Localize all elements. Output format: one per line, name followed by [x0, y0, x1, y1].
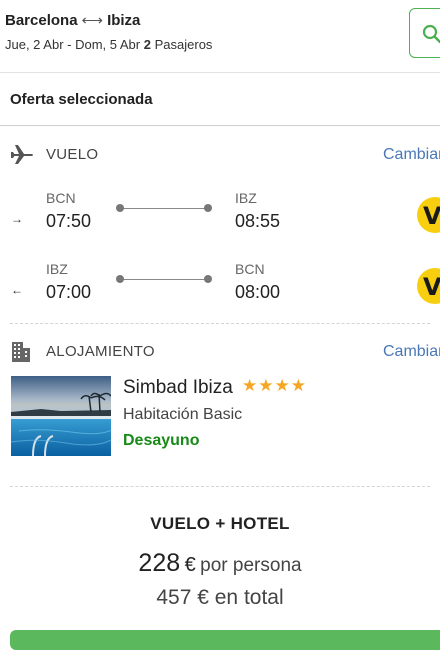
flight-path-end-dot: [204, 275, 212, 283]
flight-leg-outbound: → BCN 07:50 IBZ 08:55 V: [0, 190, 440, 240]
departure-code: BCN: [46, 190, 76, 206]
search-icon: [422, 24, 440, 44]
airline-logo-icon: V: [417, 268, 440, 304]
continue-button[interactable]: [10, 630, 440, 650]
hotel-name[interactable]: Simbad Ibiza: [123, 377, 233, 399]
flight-path-end-dot: [204, 204, 212, 212]
hotel-photo[interactable]: [11, 376, 111, 456]
package-label: VUELO + HOTEL: [0, 514, 440, 534]
accommodation-section-header: ALOJAMIENTO Cambiar: [0, 337, 440, 367]
flight-section-header: VUELO Cambiar: [0, 140, 440, 170]
selected-offer-bar: Oferta seleccionada: [0, 73, 440, 126]
flight-path-line: [120, 279, 208, 280]
arrow-left-icon: ←: [11, 283, 23, 297]
board-type: Desayuno: [123, 432, 199, 450]
per-person-label: por persona: [200, 555, 301, 576]
flight-leg-return: ← IBZ 07:00 BCN 08:00 V: [0, 261, 440, 311]
passengers-label: Pasajeros: [155, 37, 213, 52]
passengers-count: 2: [144, 37, 151, 52]
building-icon: [10, 341, 32, 363]
selected-offer-title: Oferta seleccionada: [10, 91, 153, 108]
airline-logo-icon: V: [417, 197, 440, 233]
room-type: Habitación Basic: [123, 406, 242, 424]
round-trip-icon: ⟷: [82, 12, 104, 29]
price-value: 228: [138, 549, 180, 577]
flight-path-start-dot: [116, 204, 124, 212]
search-button[interactable]: [409, 8, 440, 58]
change-hotel-link[interactable]: Cambiar: [383, 343, 440, 361]
departure-code: IBZ: [46, 261, 68, 277]
destination-city: Ibiza: [107, 12, 140, 29]
date-range: Jue, 2 Abr - Dom, 5 Abr: [5, 37, 140, 52]
plane-icon: [10, 145, 34, 165]
price-currency: €: [185, 554, 196, 576]
flight-path-start-dot: [116, 275, 124, 283]
section-divider: [10, 323, 430, 324]
arrival-time: 08:00: [235, 282, 280, 303]
price-per-person: 228 € por persona: [0, 549, 440, 578]
departure-time: 07:50: [46, 211, 91, 232]
route-title: Barcelona⟷Ibiza: [5, 11, 140, 29]
flight-section-label: VUELO: [46, 146, 98, 163]
section-divider: [10, 486, 430, 487]
arrival-time: 08:55: [235, 211, 280, 232]
arrival-code: IBZ: [235, 190, 257, 206]
arrow-right-icon: →: [11, 212, 23, 226]
arrival-code: BCN: [235, 261, 265, 277]
flight-path-line: [120, 208, 208, 209]
departure-time: 07:00: [46, 282, 91, 303]
star-rating: ★★★★: [242, 376, 307, 396]
accommodation-section-label: ALOJAMIENTO: [46, 343, 155, 360]
trip-dates: Jue, 2 Abr - Dom, 5 Abr 2 Pasajeros: [5, 37, 212, 52]
search-summary-header: Barcelona⟷Ibiza Jue, 2 Abr - Dom, 5 Abr …: [0, 0, 440, 73]
total-price: 457 € en total: [0, 586, 440, 610]
change-flight-link[interactable]: Cambiar: [383, 146, 440, 164]
origin-city: Barcelona: [5, 12, 78, 29]
